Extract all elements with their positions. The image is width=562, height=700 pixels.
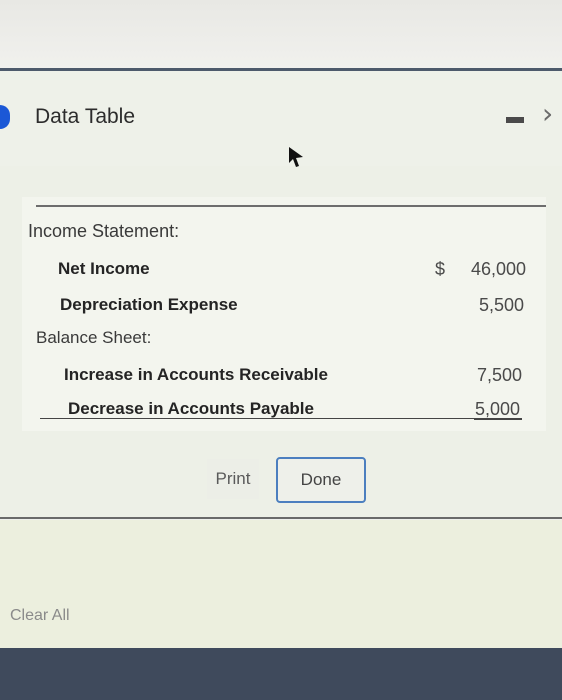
income-statement-heading: Income Statement:	[28, 221, 180, 241]
dialog-header: Data Table ›	[0, 71, 562, 167]
accounts-receivable-label: Increase in Accounts Receivable	[64, 365, 328, 384]
data-table-dialog: Data Table › Income Statement: Net Incom…	[0, 71, 562, 519]
table-bottom-rule	[40, 418, 520, 419]
table-top-rule	[36, 205, 546, 207]
page-backdrop	[0, 0, 562, 70]
accounts-payable-label: Decrease in Accounts Payable	[68, 399, 314, 418]
net-income-label: Net Income	[58, 259, 150, 278]
data-table: Income Statement: Net Income $ 46,000 De…	[22, 197, 546, 431]
minimize-icon[interactable]	[506, 117, 524, 123]
clear-all-button[interactable]: Clear All	[10, 607, 70, 625]
dialog-title: Data Table	[35, 105, 136, 128]
mouse-pointer-icon	[289, 147, 303, 167]
net-income-amount: 46,000	[470, 259, 526, 279]
amount-total-rule	[474, 418, 522, 420]
net-income-currency: $	[435, 259, 446, 279]
blue-dot-icon	[0, 105, 10, 129]
accounts-receivable-amount: 7,500	[476, 365, 522, 385]
done-button[interactable]: Done	[276, 457, 366, 503]
print-button[interactable]: Print	[207, 459, 259, 499]
footer-bar	[0, 648, 562, 700]
balance-sheet-heading: Balance Sheet:	[36, 328, 152, 347]
dialog-bottom-rule	[0, 517, 562, 519]
accounts-payable-amount: 5,000	[474, 399, 520, 419]
depreciation-expense-label: Depreciation Expense	[60, 295, 238, 314]
depreciation-expense-amount: 5,500	[478, 295, 524, 315]
page-below-dialog	[0, 520, 562, 648]
chevron-right-icon[interactable]: ›	[542, 97, 553, 130]
